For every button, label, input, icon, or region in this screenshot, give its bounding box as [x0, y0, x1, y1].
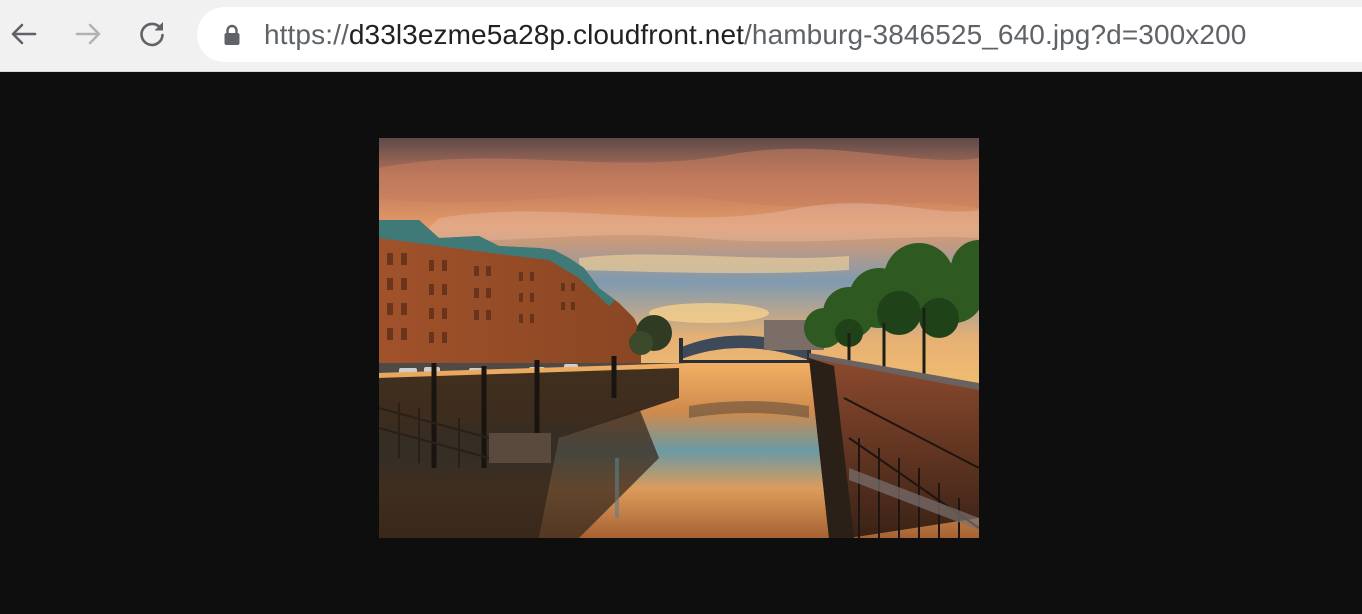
hamburg-canal-photo: [379, 138, 979, 538]
url-scheme: https://: [264, 19, 349, 50]
browser-toolbar: https://d33l3ezme5a28p.cloudfront.net/ha…: [0, 0, 1362, 72]
displayed-image[interactable]: [379, 138, 979, 538]
arrow-right-icon: [75, 23, 101, 45]
url-text[interactable]: https://d33l3ezme5a28p.cloudfront.net/ha…: [264, 7, 1246, 62]
address-bar[interactable]: https://d33l3ezme5a28p.cloudfront.net/ha…: [197, 7, 1362, 62]
arrow-left-icon: [11, 23, 37, 45]
reload-button[interactable]: [135, 17, 169, 51]
url-path: /hamburg-3846525_640.jpg?d=300x200: [744, 19, 1247, 50]
forward-button[interactable]: [71, 17, 105, 51]
lock-icon[interactable]: [223, 24, 241, 46]
back-button[interactable]: [7, 17, 41, 51]
url-host: d33l3ezme5a28p.cloudfront.net: [348, 19, 745, 50]
reload-icon: [140, 22, 164, 47]
